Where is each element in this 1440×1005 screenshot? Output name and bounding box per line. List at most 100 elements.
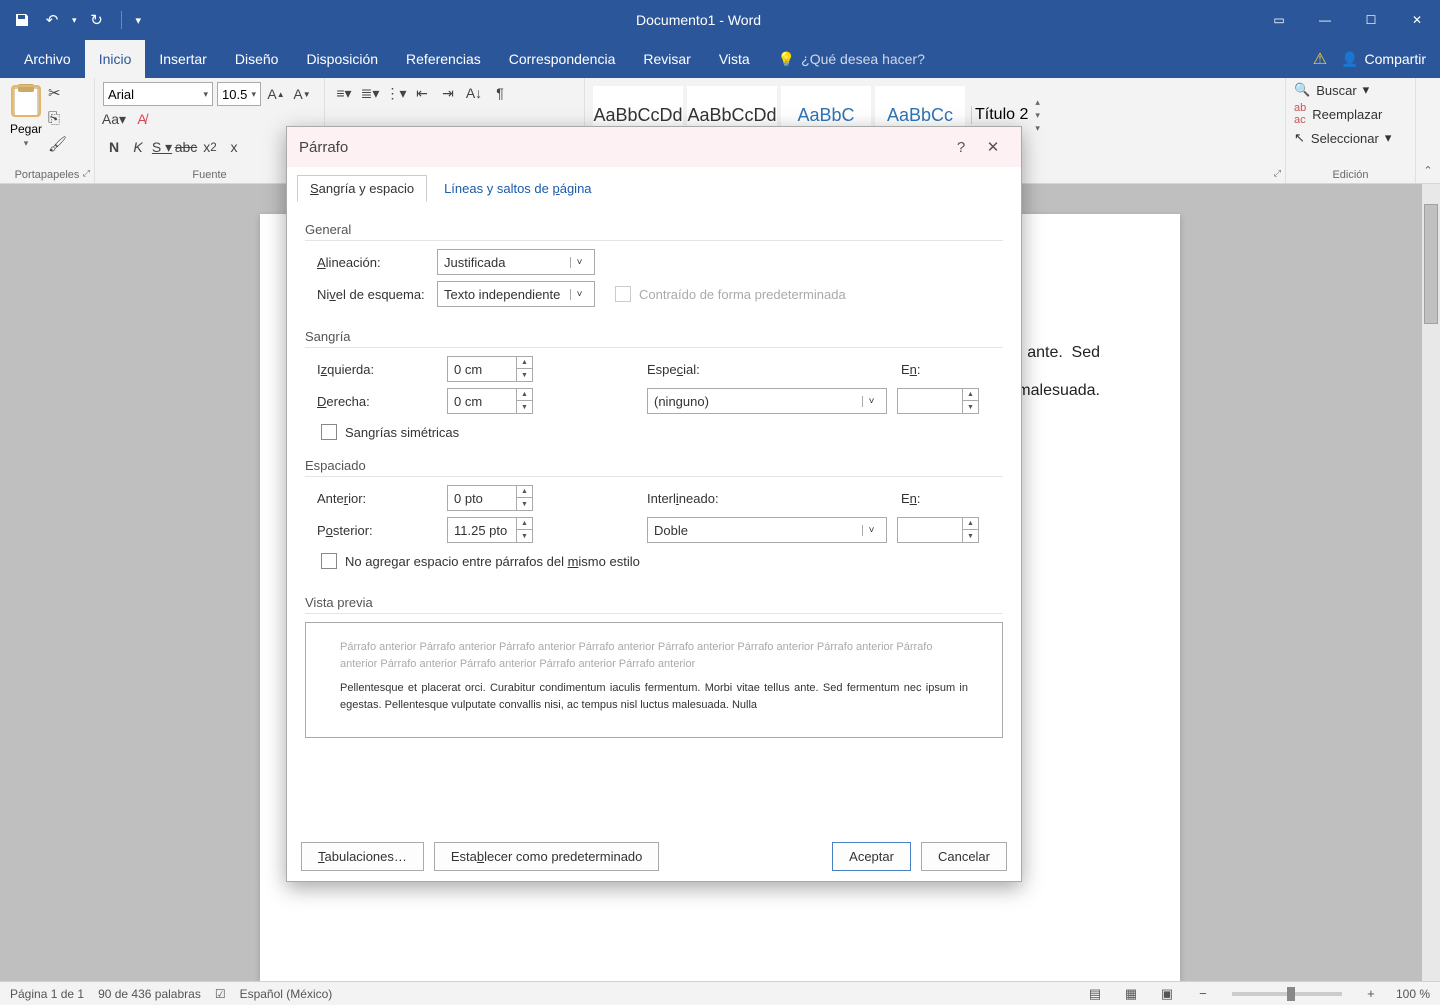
find-button[interactable]: 🔍Buscar ▾ bbox=[1294, 82, 1407, 98]
view-web-icon[interactable]: ▣ bbox=[1156, 986, 1178, 1002]
zoom-in-button[interactable]: + bbox=[1360, 986, 1382, 1001]
tab-line-breaks[interactable]: Líneas y saltos de página bbox=[431, 175, 604, 202]
linespacing-combo[interactable]: Doble ˅ bbox=[647, 517, 887, 543]
alignment-combo[interactable]: Justificada ˅ bbox=[437, 249, 595, 275]
dialog-close-button[interactable]: ✕ bbox=[977, 138, 1009, 156]
bold-button[interactable]: N bbox=[103, 136, 125, 158]
section-preview: Vista previa bbox=[305, 595, 1003, 614]
zoom-out-button[interactable]: − bbox=[1192, 986, 1214, 1001]
minimize-button[interactable]: — bbox=[1302, 0, 1348, 40]
special-indent-combo[interactable]: (ninguno) ˅ bbox=[647, 388, 887, 414]
after-spinner[interactable]: 11.25 pto ▲▼ bbox=[447, 517, 533, 543]
before-spinner[interactable]: 0 pto ▲▼ bbox=[447, 485, 533, 511]
undo-icon[interactable]: ↶ bbox=[42, 10, 62, 30]
spin-down-icon[interactable]: ▼ bbox=[517, 401, 532, 413]
multilevel-icon[interactable]: ⋮▾ bbox=[385, 82, 407, 104]
tab-design[interactable]: Diseño bbox=[221, 40, 293, 78]
clipboard-dialog-launcher[interactable]: ⤢ bbox=[83, 168, 90, 179]
mirror-indent-checkbox[interactable]: Sangrías simétricas bbox=[321, 424, 1003, 440]
sort-icon[interactable]: A↓ bbox=[463, 82, 485, 104]
share-button[interactable]: 👤 Compartir bbox=[1341, 51, 1426, 68]
shrink-font-icon[interactable]: A▼ bbox=[291, 83, 313, 105]
spin-down-icon[interactable]: ▼ bbox=[963, 401, 978, 413]
tab-insert[interactable]: Insertar bbox=[145, 40, 220, 78]
set-default-button[interactable]: Establecer como predeterminado bbox=[434, 842, 660, 871]
spin-up-icon[interactable]: ▲ bbox=[963, 389, 978, 401]
underline-button[interactable]: S ▾ bbox=[151, 136, 173, 158]
quick-access-toolbar: ↶ ▾ ↻ ▾ bbox=[0, 10, 141, 30]
select-button[interactable]: ↖Seleccionar ▾ bbox=[1294, 130, 1407, 146]
tab-file[interactable]: Archivo bbox=[10, 40, 85, 78]
no-add-space-checkbox[interactable]: No agregar espacio entre párrafos del mi… bbox=[321, 553, 1003, 569]
spellcheck-icon[interactable]: ☑ bbox=[215, 987, 226, 1001]
cut-icon[interactable]: ✂ bbox=[48, 84, 67, 102]
outline-combo[interactable]: Texto independiente ˅ bbox=[437, 281, 595, 307]
view-print-icon[interactable]: ▦ bbox=[1120, 986, 1142, 1002]
subscript-button[interactable]: x2 bbox=[199, 136, 221, 158]
format-painter-icon[interactable]: 🖌 bbox=[48, 135, 67, 153]
tab-references[interactable]: Referencias bbox=[392, 40, 495, 78]
spin-down-icon[interactable]: ▼ bbox=[517, 498, 532, 510]
dialog-help-button[interactable]: ? bbox=[945, 139, 977, 156]
change-case-icon[interactable]: Aa▾ bbox=[103, 108, 125, 130]
status-language[interactable]: Español (México) bbox=[240, 987, 333, 1001]
redo-icon[interactable]: ↻ bbox=[87, 10, 107, 30]
save-icon[interactable] bbox=[12, 10, 32, 30]
indent-right-spinner[interactable]: 0 cm ▲▼ bbox=[447, 388, 533, 414]
tell-me-search[interactable]: 💡 ¿Qué desea hacer? bbox=[764, 51, 925, 68]
spin-down-icon[interactable]: ▼ bbox=[517, 369, 532, 381]
tab-layout[interactable]: Disposición bbox=[292, 40, 392, 78]
tab-mailings[interactable]: Correspondencia bbox=[495, 40, 630, 78]
spin-down-icon[interactable]: ▼ bbox=[963, 530, 978, 542]
zoom-slider-thumb[interactable] bbox=[1287, 987, 1295, 1001]
tab-view[interactable]: Vista bbox=[705, 40, 764, 78]
spin-up-icon[interactable]: ▲ bbox=[517, 357, 532, 369]
zoom-slider[interactable] bbox=[1232, 992, 1342, 996]
spin-up-icon[interactable]: ▲ bbox=[963, 518, 978, 530]
paste-button[interactable]: Pegar ▾ bbox=[8, 82, 44, 153]
indent-left-spinner[interactable]: 0 cm ▲▼ bbox=[447, 356, 533, 382]
replace-button[interactable]: abacReemplazar bbox=[1294, 102, 1407, 126]
vertical-scrollbar[interactable] bbox=[1422, 184, 1440, 981]
copy-icon[interactable]: ⎘ bbox=[48, 110, 67, 127]
decrease-indent-icon[interactable]: ⇤ bbox=[411, 82, 433, 104]
tab-indent-spacing[interactable]: SSangría y espacioangría y espacio bbox=[297, 175, 427, 202]
indent-by-spinner[interactable]: ▲▼ bbox=[897, 388, 979, 414]
show-marks-icon[interactable]: ¶ bbox=[489, 82, 511, 104]
increase-indent-icon[interactable]: ⇥ bbox=[437, 82, 459, 104]
view-read-icon[interactable]: ▤ bbox=[1084, 986, 1106, 1002]
tab-home[interactable]: Inicio bbox=[85, 40, 146, 78]
undo-dropdown-icon[interactable]: ▾ bbox=[72, 15, 77, 26]
italic-button[interactable]: K bbox=[127, 136, 149, 158]
font-size-combo[interactable]: 10.5 ▾ bbox=[217, 82, 261, 106]
zoom-level[interactable]: 100 % bbox=[1396, 987, 1430, 1001]
strikethrough-button[interactable]: abc bbox=[175, 136, 197, 158]
after-label: Posterior: bbox=[305, 523, 437, 538]
at-spinner[interactable]: ▲▼ bbox=[897, 517, 979, 543]
grow-font-icon[interactable]: A▲ bbox=[265, 83, 287, 105]
ok-button[interactable]: Aceptar bbox=[832, 842, 911, 871]
warning-icon[interactable]: ⚠ bbox=[1313, 49, 1327, 69]
spin-up-icon[interactable]: ▲ bbox=[517, 518, 532, 530]
ribbon-display-icon[interactable]: ▭ bbox=[1256, 0, 1302, 40]
bullets-icon[interactable]: ≡▾ bbox=[333, 82, 355, 104]
cancel-button[interactable]: Cancelar bbox=[921, 842, 1007, 871]
numbering-icon[interactable]: ≣▾ bbox=[359, 82, 381, 104]
tabs-button[interactable]: Tabulaciones… bbox=[301, 842, 424, 871]
paste-dropdown-icon[interactable]: ▾ bbox=[24, 138, 29, 149]
font-name-combo[interactable]: Arial ▾ bbox=[103, 82, 213, 106]
maximize-button[interactable]: ☐ bbox=[1348, 0, 1394, 40]
status-wordcount[interactable]: 90 de 436 palabras bbox=[98, 987, 201, 1001]
collapse-ribbon-icon[interactable]: ⌃ bbox=[1416, 78, 1440, 183]
status-page[interactable]: Página 1 de 1 bbox=[10, 987, 84, 1001]
clear-format-icon[interactable]: A̸ bbox=[131, 108, 153, 130]
scrollbar-thumb[interactable] bbox=[1424, 204, 1438, 324]
styles-dialog-launcher[interactable]: ⤢ bbox=[1274, 168, 1281, 179]
tab-review[interactable]: Revisar bbox=[629, 40, 704, 78]
spin-up-icon[interactable]: ▲ bbox=[517, 486, 532, 498]
close-button[interactable]: ✕ bbox=[1394, 0, 1440, 40]
superscript-button[interactable]: x bbox=[223, 136, 245, 158]
spin-down-icon[interactable]: ▼ bbox=[517, 530, 532, 542]
styles-gallery-expand[interactable]: ▴▾▾ bbox=[1035, 97, 1040, 134]
spin-up-icon[interactable]: ▲ bbox=[517, 389, 532, 401]
